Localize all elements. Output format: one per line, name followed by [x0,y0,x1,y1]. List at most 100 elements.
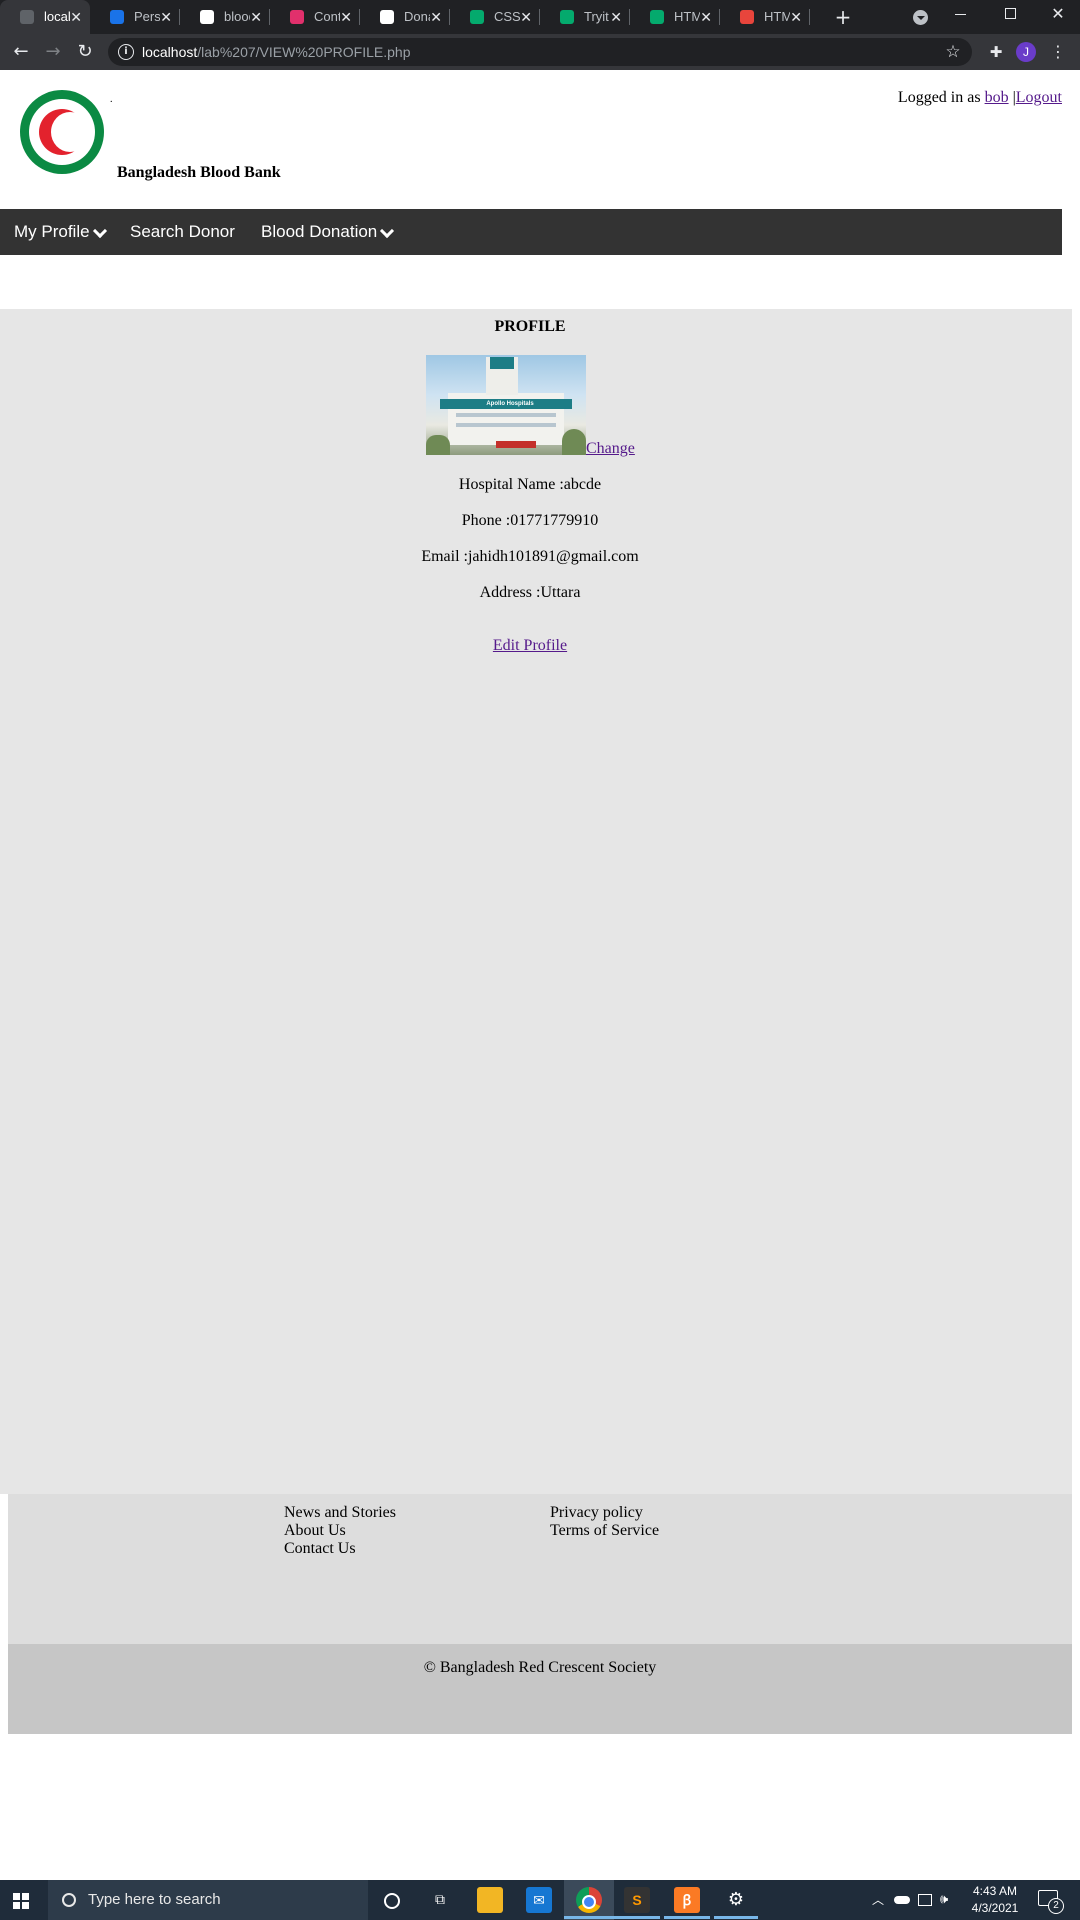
instagram-icon [290,10,304,24]
close-tab-icon[interactable]: ✕ [610,0,622,34]
footer [8,1494,1072,1644]
browser-tab[interactable]: Dona✕ [360,0,450,34]
extensions-icon[interactable]: ✚ [985,40,1007,64]
notification-count-badge: 2 [1048,1898,1064,1914]
g-icon [110,10,124,24]
close-tab-icon[interactable]: ✕ [790,0,802,34]
xampp-icon[interactable]: ꞵ [674,1887,700,1913]
bookmark-star-icon[interactable]: ☆ [943,38,963,66]
tray-chevron-up-icon[interactable]: ︿ [870,1880,886,1920]
change-photo-link[interactable]: Change [586,440,635,458]
browser-tab-label: Dona [404,9,430,24]
browser-tab[interactable]: blood✕ [180,0,270,34]
forward-icon[interactable]: → [38,34,68,70]
nav-blood-donation[interactable]: Blood Donation [261,209,395,255]
sublime-text-icon[interactable]: S [624,1887,650,1913]
sublime-active-indicator [614,1916,660,1919]
settings-active-indicator [714,1916,758,1919]
url-host: localhost [142,44,198,60]
browser-tab[interactable]: Perso✕ [90,0,180,34]
edit-profile-link[interactable]: Edit Profile [493,637,567,654]
close-tab-icon[interactable]: ✕ [520,0,532,34]
w3schools-icon [650,10,664,24]
browser-tab-label: localh [44,9,70,24]
new-tab-button[interactable]: + [830,0,856,34]
google-icon [200,10,214,24]
restore-icon[interactable] [1005,8,1016,19]
nav-search-donor-label: Search Donor [130,222,235,241]
onedrive-cloud-icon[interactable] [894,1896,910,1904]
close-tab-icon[interactable]: ✕ [700,0,712,34]
w3schools-icon [560,10,574,24]
close-tab-icon[interactable]: ✕ [70,0,82,34]
back-icon[interactable]: ← [6,34,36,70]
browser-tab[interactable]: CSS S✕ [450,0,540,34]
hospital-photo: Apollo Hospitals [426,355,586,455]
page-icon [740,10,754,24]
globe-icon [20,10,34,24]
close-window-icon[interactable]: ✕ [1048,0,1068,28]
nav-blood-donation-label: Blood Donation [261,222,378,241]
cortana-icon[interactable] [379,1887,405,1913]
browser-tab-label: Tryit [584,9,609,24]
url-text[interactable]: localhost/lab%207/VIEW%20PROFILE.php [142,38,411,66]
email-address: Email :jahidh101891@gmail.com [421,548,639,565]
minimize-icon[interactable] [955,14,966,15]
footer-link-contact[interactable]: Contact Us [284,1540,396,1558]
task-view-icon[interactable]: ⧉ [427,1887,453,1913]
taskbar-clock[interactable]: 4:43 AM 4/3/2021 [960,1883,1030,1917]
nav-my-profile[interactable]: My Profile [14,209,107,255]
browser-tab[interactable]: localh✕ [0,0,90,34]
footer-links-left: News and Stories About Us Contact Us [284,1504,396,1558]
browser-tab[interactable]: HTM ✕ [630,0,720,34]
logged-in-label: Logged in as [897,89,981,106]
network-icon[interactable] [918,1894,932,1906]
header-dot: . [110,94,113,105]
windows-start-icon[interactable] [13,1893,29,1909]
footer-link-about[interactable]: About Us [284,1522,396,1540]
logout-link[interactable]: Logout [1016,89,1062,106]
copyright-bar [8,1644,1072,1734]
footer-link-terms[interactable]: Terms of Service [550,1522,659,1540]
file-explorer-icon[interactable] [477,1887,503,1913]
phone-number: Phone :01771779910 [461,512,599,529]
footer-link-privacy[interactable]: Privacy policy [550,1504,659,1522]
red-crescent-logo [20,90,104,174]
mail-icon[interactable]: ✉ [526,1887,552,1913]
browser-tab[interactable]: HTM ✕ [720,0,810,34]
edit-profile-row: Edit Profile [0,637,1060,655]
chevron-down-icon [380,223,395,239]
username-link[interactable]: bob [985,89,1009,106]
xampp-active-indicator [664,1916,710,1919]
settings-gear-icon[interactable]: ⚙ [723,1887,749,1913]
volume-icon[interactable]: 🕪 [940,1880,958,1920]
clock-date: 4/3/2021 [971,1901,1019,1915]
w3schools-icon [470,10,484,24]
browser-tab-label: CSS S [494,9,520,24]
site-info-icon[interactable]: i [118,44,134,60]
clock-time: 4:43 AM [972,1884,1018,1898]
reload-icon[interactable]: ↻ [70,34,100,70]
browser-tab-label: blood [224,9,250,24]
browser-tab[interactable]: Cont ✕ [270,0,360,34]
site-title: Bangladesh Blood Bank [117,164,281,181]
nav-search-donor[interactable]: Search Donor [130,209,235,255]
browser-tab[interactable]: Tryit ✕ [540,0,630,34]
hospital-name: Hospital Name :abcde [458,476,602,493]
footer-link-news[interactable]: News and Stories [284,1504,396,1522]
chrome-icon[interactable] [576,1887,602,1913]
close-tab-icon[interactable]: ✕ [340,0,352,34]
login-status: Logged in as bob |Logout [898,89,1062,107]
url-path: /lab%207/VIEW%20PROFILE.php [197,44,411,60]
menu-kebab-icon[interactable]: ⋮ [1050,38,1066,66]
red-cross-icon [380,10,394,24]
search-icon [62,1893,76,1907]
close-tab-icon[interactable]: ✕ [250,0,262,34]
tab-separator [809,9,810,25]
chrome-active-indicator [564,1916,614,1919]
browser-tab-label: Cont [314,9,340,24]
close-tab-icon[interactable]: ✕ [160,0,172,34]
close-tab-icon[interactable]: ✕ [430,0,442,34]
tab-search-icon[interactable] [913,10,928,25]
profile-avatar[interactable]: J [1016,42,1036,62]
